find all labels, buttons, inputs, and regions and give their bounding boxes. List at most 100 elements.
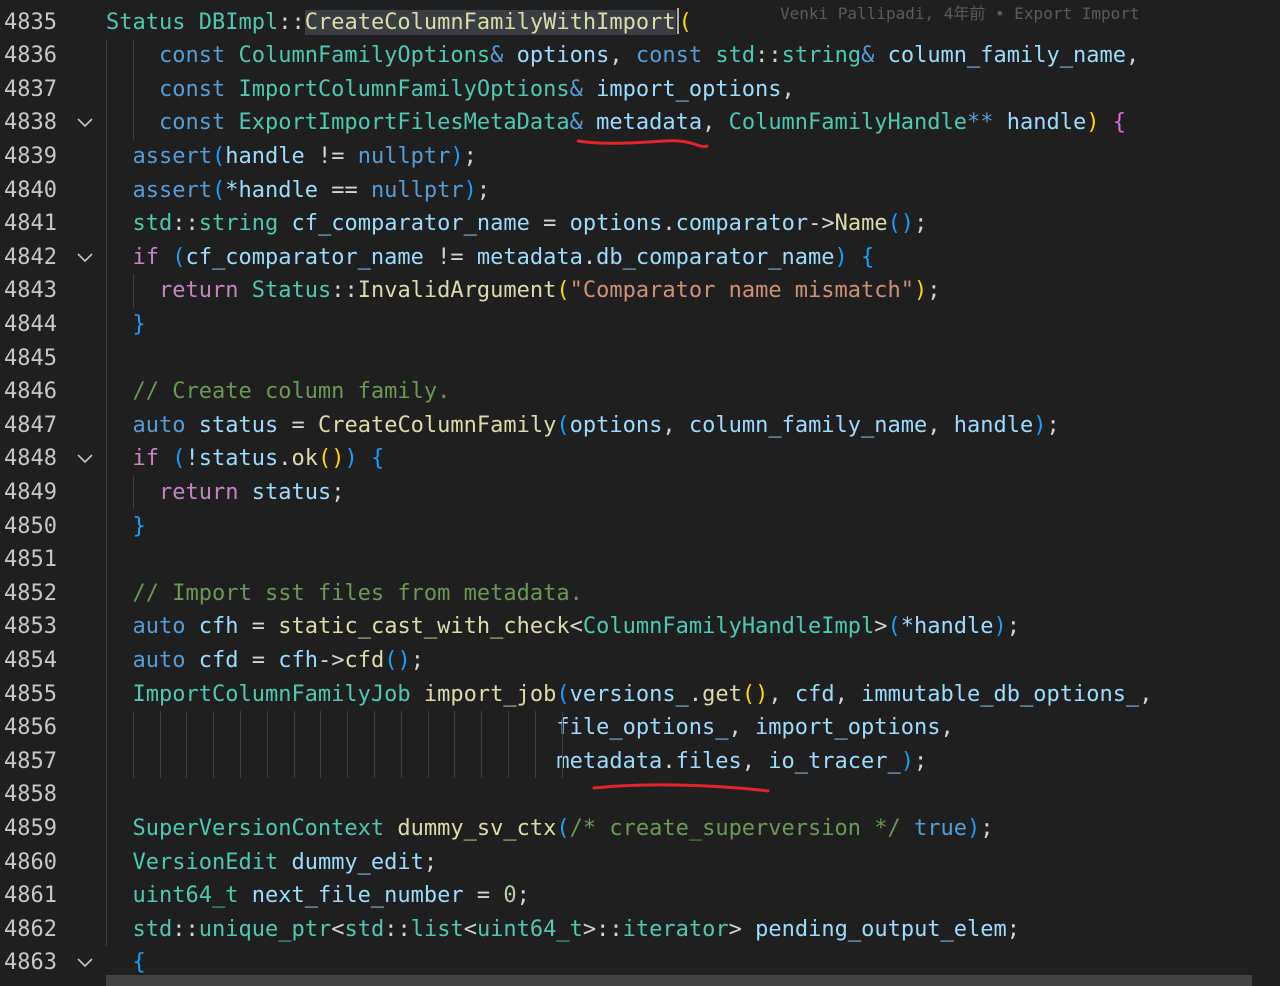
code-token: ( [211,177,226,203]
code-token: . [582,244,597,270]
code-token: ; [1046,412,1060,438]
code-token: ; [331,479,345,505]
code-text: std::unique_ptr<std::list<uint64_t>::ite… [106,913,1021,947]
horizontal-scrollbar[interactable] [106,975,1252,986]
code-token: , [1139,681,1153,707]
code-line[interactable]: 4838 const ExportImportFilesMetaData& me… [0,106,1280,140]
code-line[interactable]: 4862 std::unique_ptr<std::list<uint64_t>… [0,913,1280,947]
code-token: } [132,311,146,337]
code-token: == [317,177,371,203]
code-line[interactable]: 4853 auto cfh = static_cast_with_check<C… [0,610,1280,644]
code-token: auto [132,614,186,640]
code-line[interactable]: 4857 metadata.files, io_tracer_); [0,745,1280,779]
code-token: cf_comparator_name [185,244,424,270]
code-line[interactable]: 4848 if (!status.ok()) { [0,442,1280,476]
code-editor[interactable]: 4835 Status DBImpl::CreateColumnFamilyWit… [0,0,1280,986]
indent-guide [293,711,295,779]
code-line[interactable]: 4845 [0,342,1280,376]
code-token: options [569,412,663,438]
code-token: () [741,681,769,707]
code-line[interactable]: 4861 uint64_t next_file_number = 0; [0,879,1280,913]
code-token: ) [900,748,914,774]
code-text: assert(*handle == nullptr); [106,174,491,208]
code-line[interactable]: 4846 // Create column family. [0,375,1280,409]
fold-chevron-down-icon[interactable] [74,241,96,275]
code-token: metadata [476,244,583,270]
code-token: ; [914,748,928,774]
code-token: != [423,244,477,270]
code-text: return Status::InvalidArgument("Comparat… [106,274,941,308]
code-token: nullptr [357,143,451,169]
code-token: std [344,916,385,942]
indent-guide [427,711,429,779]
code-text: auto cfd = cfh->cfd(); [106,644,424,678]
code-token: < [331,916,345,942]
code-token: , [940,715,954,741]
code-line[interactable]: 4844 } [0,308,1280,342]
code-line[interactable]: 4851 [0,543,1280,577]
code-text: if (cf_comparator_name != metadata.db_co… [106,241,875,275]
code-token: ) [463,177,477,203]
indent-guide [561,711,563,779]
code-token: -> [808,211,835,237]
indent-guide [186,711,188,779]
line-number: 4849 [4,479,57,505]
fold-chevron-down-icon[interactable] [74,442,96,476]
code-line[interactable]: 4850 } [0,510,1280,544]
code-token: . [662,748,676,774]
indent-guide [454,711,456,779]
code-token: cfd [344,647,385,673]
fold-chevron-down-icon[interactable] [74,946,96,980]
code-text: auto cfh = static_cast_with_check<Column… [106,610,1021,644]
code-line[interactable]: 4860 VersionEdit dummy_edit; [0,846,1280,880]
fold-chevron-down-icon[interactable] [74,106,96,140]
code-token: comparator [675,211,809,237]
code-line[interactable]: 4859 SuperVersionContext dummy_sv_ctx(/*… [0,812,1280,846]
code-token: , [662,412,689,438]
code-token: auto [132,412,186,438]
code-token: *handle [900,614,994,640]
code-line[interactable]: 4855 ImportColumnFamilyJob import_job(ve… [0,678,1280,712]
line-number: 4858 [4,782,57,808]
code-token: immutable_db_options_ [861,681,1140,707]
line-number: 4861 [4,883,57,909]
code-line[interactable]: 4842 if (cf_comparator_name != metadata.… [0,241,1280,275]
code-line[interactable]: 4836 const ColumnFamilyOptions& options,… [0,39,1280,73]
code-line[interactable]: 4837 const ImportColumnFamilyOptions& im… [0,73,1280,107]
code-token: () [384,647,411,673]
code-token: status [251,479,332,505]
code-text: const ImportColumnFamilyOptions& import_… [106,73,795,107]
code-line[interactable]: 4858 [0,778,1280,812]
code-line[interactable]: 4852 // Import sst files from metadata. [0,577,1280,611]
code-line[interactable]: 4847 auto status = CreateColumnFamily(op… [0,409,1280,443]
code-token: const [158,110,226,136]
code-line[interactable]: 4849 return status; [0,476,1280,510]
code-token: DBImpl [198,9,279,35]
code-line[interactable]: 4839 assert(handle != nullptr); [0,140,1280,174]
indent-guide [132,711,134,779]
code-line[interactable]: 4856 file_options_, import_options, [0,711,1280,745]
code-token: ) [914,278,928,304]
code-token: Status [251,278,332,304]
code-line[interactable]: 4843 return Status::InvalidArgument("Com… [0,274,1280,308]
code-token: ) [1086,110,1100,136]
code-line[interactable]: 4854 auto cfd = cfh->cfd(); [0,644,1280,678]
indent-guide [132,274,134,308]
code-line[interactable]: 4841 std::string cf_comparator_name = op… [0,207,1280,241]
line-number: 4859 [4,815,57,841]
line-number: 4835 [4,9,57,35]
code-token: = [238,614,279,640]
code-token: iterator [622,916,729,942]
code-line[interactable]: 4840 assert(*handle == nullptr); [0,174,1280,208]
code-token: ; [410,647,424,673]
code-token: ( [556,278,570,304]
code-token: const [635,43,703,69]
